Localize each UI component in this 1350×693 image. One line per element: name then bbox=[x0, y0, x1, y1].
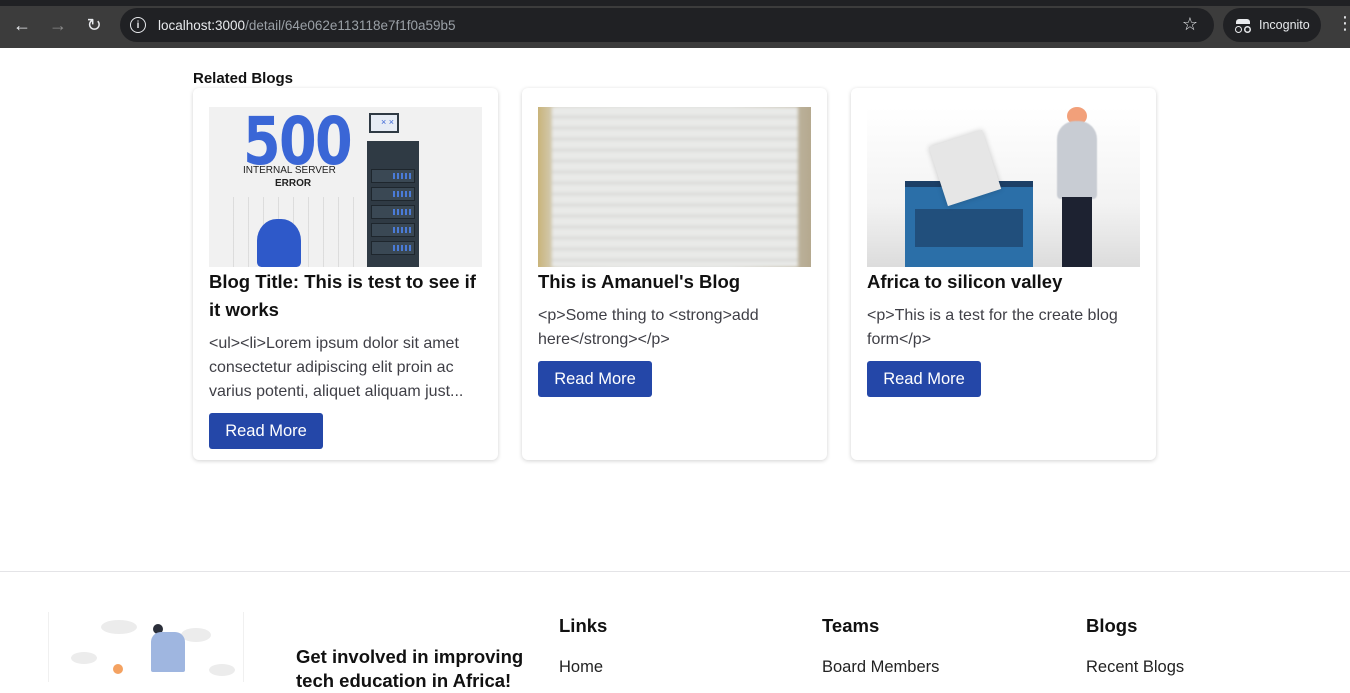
laptop-error-glyph: × × bbox=[381, 117, 395, 127]
blog-thumbnail[interactable]: 500 INTERNAL SERVER ERROR × × bbox=[209, 107, 482, 267]
document-photo bbox=[552, 107, 798, 267]
bookmark-star-icon[interactable]: ☆ bbox=[1182, 14, 1198, 35]
reload-icon[interactable]: ↻ bbox=[80, 11, 108, 39]
site-info-icon[interactable]: i bbox=[130, 17, 146, 33]
blog-thumbnail[interactable] bbox=[538, 107, 811, 267]
footer-link-recent-blogs[interactable]: Recent Blogs bbox=[1086, 658, 1184, 677]
blog-excerpt: <p>Some thing to <strong>add here</stron… bbox=[538, 307, 759, 348]
blog-title[interactable]: Blog Title: This is test to see if it wo… bbox=[209, 268, 484, 324]
footer-links-title: Links bbox=[559, 615, 608, 636]
blog-thumbnail[interactable] bbox=[867, 107, 1140, 267]
blog-card: This is Amanuel's Blog <p>Some thing to … bbox=[522, 88, 827, 460]
back-arrow-icon[interactable]: ← bbox=[8, 11, 36, 39]
incognito-badge[interactable]: Incognito bbox=[1223, 8, 1321, 42]
blog-excerpt: <ul><li>Lorem ipsum dolor sit amet conse… bbox=[209, 335, 464, 400]
related-blogs-heading: Related Blogs bbox=[193, 70, 294, 87]
read-more-button[interactable]: Read More bbox=[867, 361, 981, 397]
read-more-button[interactable]: Read More bbox=[209, 413, 323, 449]
url-text[interactable]: localhost:3000/detail/64e062e113118e7f1f… bbox=[158, 18, 456, 33]
browser-toolbar: ← → ↻ i localhost:3000/detail/64e062e113… bbox=[0, 0, 1350, 48]
error-subtitle-text: INTERNAL SERVER bbox=[243, 165, 336, 176]
dog-mascot-illustration bbox=[257, 219, 301, 267]
blog-title[interactable]: This is Amanuel's Blog bbox=[538, 268, 813, 296]
footer-divider bbox=[0, 571, 1350, 572]
server-rack-illustration bbox=[367, 141, 419, 267]
footer-illustration bbox=[48, 612, 244, 682]
error-label-text: ERROR bbox=[275, 178, 312, 189]
address-bar[interactable]: i localhost:3000/detail/64e062e113118e7f… bbox=[120, 8, 1214, 42]
person-legs-illustration bbox=[1062, 197, 1092, 267]
read-more-button[interactable]: Read More bbox=[538, 361, 652, 397]
footer-link-board-members[interactable]: Board Members bbox=[822, 658, 939, 677]
more-menu-icon[interactable]: ⋮ bbox=[1336, 14, 1350, 32]
incognito-icon bbox=[1235, 19, 1251, 33]
footer-blogs-title: Blogs bbox=[1086, 615, 1138, 636]
footer-link-home[interactable]: Home bbox=[559, 658, 603, 677]
tab-strip bbox=[0, 0, 1350, 6]
blog-excerpt: <p>This is a test for the create blog fo… bbox=[867, 307, 1118, 348]
incognito-label: Incognito bbox=[1259, 18, 1310, 32]
footer-teams-title: Teams bbox=[822, 615, 880, 636]
person-illustration bbox=[1057, 121, 1097, 199]
blog-title[interactable]: Africa to silicon valley bbox=[867, 268, 1142, 296]
forward-arrow-icon[interactable]: → bbox=[44, 11, 72, 39]
footer-cta-text: Get involved in improving tech education… bbox=[296, 646, 524, 691]
blog-card: 500 INTERNAL SERVER ERROR × × Blog Title… bbox=[193, 88, 498, 460]
blog-card: Africa to silicon valley <p>This is a te… bbox=[851, 88, 1156, 460]
